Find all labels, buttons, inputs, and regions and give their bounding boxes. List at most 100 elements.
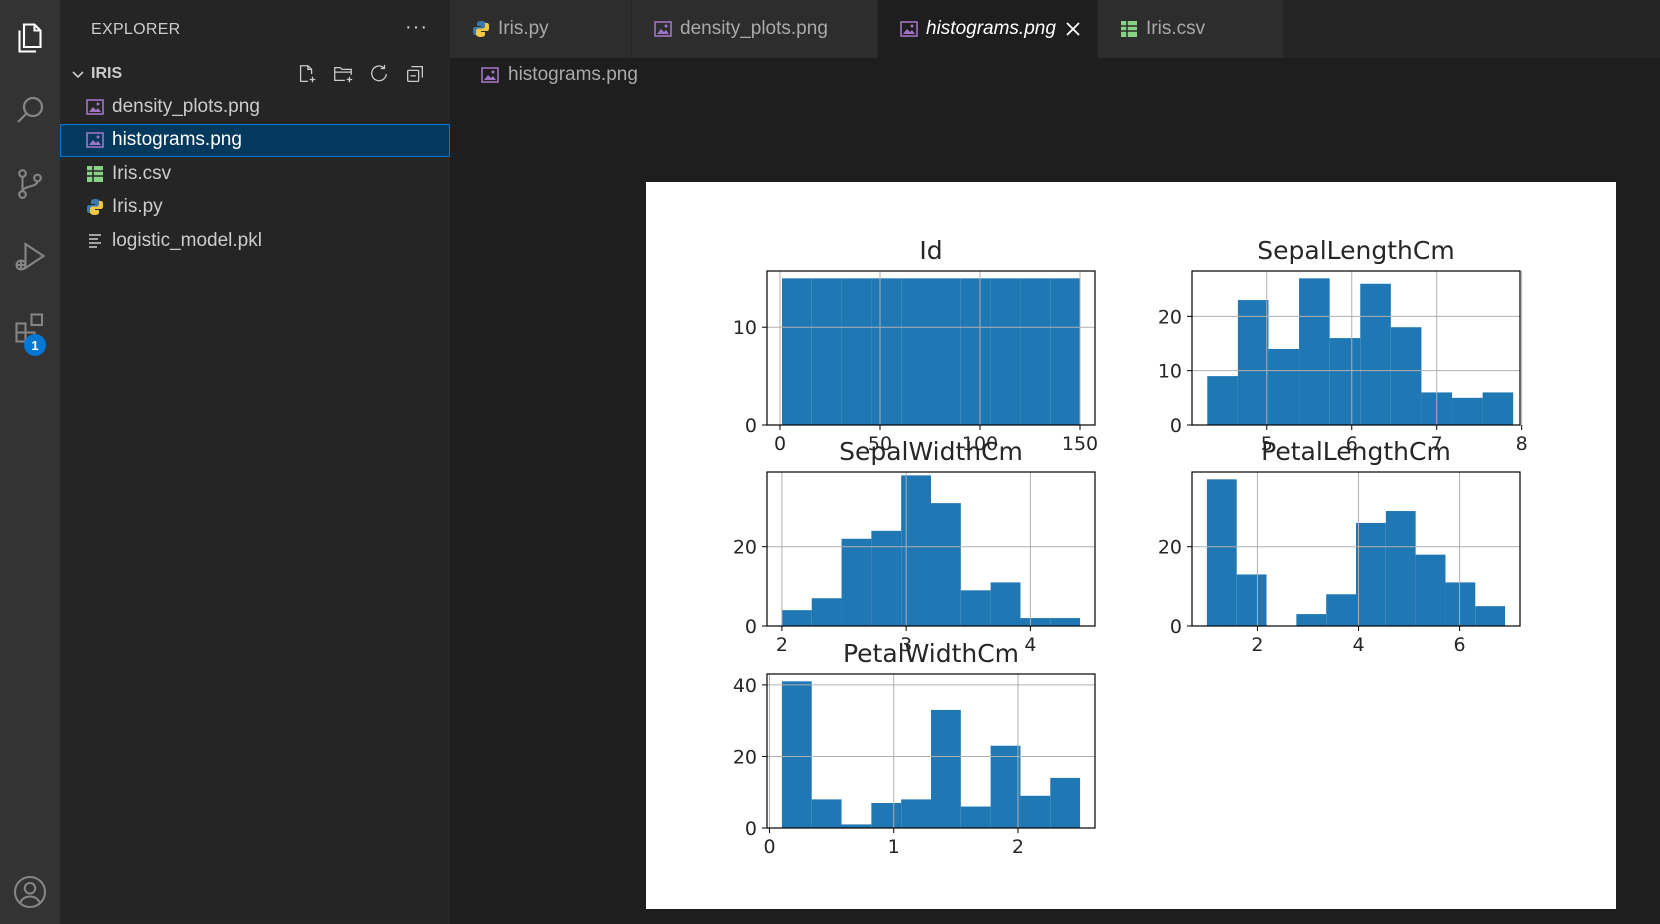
histogram-bar [782,278,812,425]
file-logistic-model[interactable]: logistic_model.pkl [60,224,450,258]
file-density-plots[interactable]: density_plots.png [60,90,450,124]
refresh-button[interactable] [366,61,392,87]
file-label: histograms.png [112,129,242,151]
csv-file-icon [84,163,106,185]
accounts-button[interactable] [0,862,60,922]
new-folder-button[interactable] [330,61,356,87]
file-iris-csv[interactable]: Iris.csv [60,157,450,191]
python-file-icon [84,196,106,218]
y-tick-label: 0 [745,415,757,437]
tab-density-plots[interactable]: density_plots.png [632,0,878,58]
file-list: density_plots.png histograms.png Iris.cs… [60,90,450,258]
image-preview: 0 50 100 150 0 10 Id 5 6 7 8 0 10 20 SepalLengthCm 2 3 4 0… [646,182,1616,909]
histogram-bar [1296,614,1327,626]
files-icon [18,23,42,53]
histogram-bar [931,709,961,828]
x-tick-label: 4 [1024,634,1036,656]
y-tick-label: 10 [1158,361,1182,383]
extensions-button[interactable]: 1 [0,298,60,358]
editor-tab-bar: Iris.py density_plots.png histograms.png… [450,0,1660,58]
search-button[interactable] [0,80,60,140]
histogram-bar [841,278,872,425]
histogram-bar [960,590,991,626]
new-folder-icon [334,66,353,83]
histogram-bar [871,802,902,828]
x-tick-label: 4 [1352,634,1364,656]
x-tick-label: 2 [1012,836,1024,858]
histogram-bar [1268,348,1300,425]
histogram-panel: 5 6 7 801020SepalLengthCm [1158,236,1528,455]
histogram-bar [1050,618,1081,626]
y-tick-label: 0 [1170,616,1182,638]
histogram-bar [960,278,991,425]
histogram-bar [990,278,1021,425]
search-icon [17,96,44,123]
tab-histograms[interactable]: histograms.png [878,0,1098,58]
run-debug-button[interactable] [0,226,60,286]
histogram-panel: 2 4 6 0 20 PetalLengthCm [1158,437,1521,656]
x-tick-label: 1 [888,836,900,858]
histogram-bar [1329,338,1361,425]
histogram-bar [871,278,902,425]
histogram-bar [1356,522,1386,626]
histogram-bar [931,503,961,626]
folder-header-iris[interactable]: IRIS [60,58,450,90]
image-file-icon [480,64,502,86]
breadcrumb-label: histograms.png [508,64,638,85]
y-tick-label: 10 [733,317,757,339]
histogram-bar [781,681,812,828]
x-tick-label: 2 [1251,634,1263,656]
histogram-bar [1452,397,1483,425]
y-tick-label: 0 [745,818,757,840]
histogram-bar [1326,594,1356,626]
close-icon[interactable] [1061,17,1085,41]
histogram-title: PetalWidthCm [843,639,1019,668]
histogram-bar [811,799,842,828]
file-iris-py[interactable]: Iris.py [60,191,450,225]
breadcrumb[interactable]: histograms.png [480,60,638,90]
file-label: Iris.csv [112,162,172,184]
new-file-button[interactable] [294,61,320,87]
tab-label: Iris.py [498,18,549,39]
y-tick-label: 20 [1158,306,1182,328]
tab-label: histograms.png [926,18,1056,39]
tab-label: density_plots.png [680,18,828,39]
histogram-title: SepalWidthCm [839,437,1023,466]
histogram-bar [1385,511,1416,626]
y-tick-label: 20 [1158,537,1182,559]
image-file-icon [652,18,674,40]
x-tick-label: 8 [1516,433,1528,455]
y-tick-label: 0 [745,616,757,638]
histogram-bar [1050,777,1081,828]
histogram-bar [1482,392,1514,425]
text-file-icon [84,230,106,252]
y-tick-label: 40 [733,675,757,697]
python-file-icon [470,18,492,40]
histogram-bar [990,745,1021,828]
image-file-icon [898,18,920,40]
explorer-button[interactable] [0,8,60,68]
x-tick-label: 2 [776,634,788,656]
tab-iris-py[interactable]: Iris.py [450,0,632,58]
histogram-bar [931,278,961,425]
histogram-bar [811,278,842,425]
histogram-bar [1415,554,1446,626]
activity-bar: 1 [0,0,60,924]
tab-label: Iris.csv [1146,18,1206,39]
histogram-bar [811,598,842,626]
sidebar-title: EXPLORER [91,21,181,38]
more-actions-button[interactable]: ··· [405,16,428,39]
source-control-button[interactable] [0,154,60,214]
collapse-all-button[interactable] [402,61,428,87]
tab-iris-csv[interactable]: Iris.csv [1098,0,1284,58]
account-icon [13,875,47,909]
collapse-all-icon [407,66,423,82]
x-tick-label: 150 [1062,433,1098,455]
x-tick-label: 0 [774,433,786,455]
histogram-title: Id [919,236,942,265]
file-histograms[interactable]: histograms.png [60,123,450,157]
histogram-bar [1020,618,1051,626]
run-debug-icon [15,242,46,271]
y-tick-label: 20 [733,537,757,559]
histogram-bar [1206,479,1237,626]
